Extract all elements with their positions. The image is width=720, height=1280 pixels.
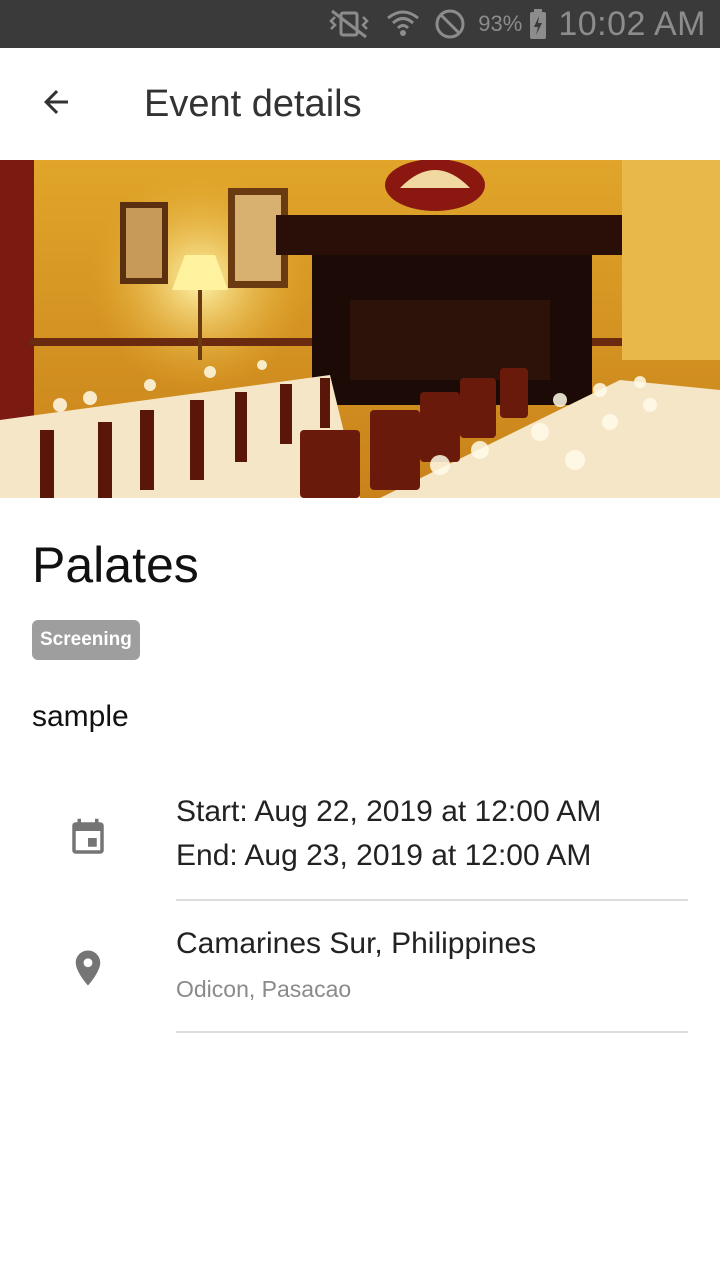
status-time: 10:02 AM — [558, 4, 706, 43]
location-primary: Camarines Sur, Philippines — [176, 927, 537, 960]
location-secondary: Odicon, Pasacao — [176, 976, 352, 1002]
battery-charging-icon — [528, 8, 548, 40]
event-tag: Screening — [32, 620, 140, 660]
vibrate-icon — [326, 9, 372, 39]
status-bar: 93% 10:02 AM — [0, 0, 720, 48]
event-title: Palates — [32, 537, 199, 593]
do-not-disturb-icon — [434, 8, 466, 40]
schedule-text: Start: Aug 22, 2019 at 12:00 AM End: Aug… — [176, 790, 688, 878]
app-bar: Event details — [0, 48, 720, 160]
battery-percent: 93% — [478, 11, 523, 36]
divider — [176, 899, 688, 901]
location-row[interactable]: Camarines Sur, Philippines Odicon, Pasac… — [0, 922, 720, 1032]
back-button[interactable] — [0, 48, 112, 160]
schedule-row: Start: Aug 22, 2019 at 12:00 AM End: Aug… — [0, 790, 720, 900]
page-title: Event details — [144, 82, 362, 125]
calendar-icon — [64, 814, 112, 862]
divider — [176, 1031, 688, 1033]
start-date: Start: Aug 22, 2019 at 12:00 AM — [176, 795, 602, 828]
location-pin-icon — [64, 944, 112, 992]
wifi-icon — [386, 8, 420, 40]
location-text: Camarines Sur, Philippines Odicon, Pasac… — [176, 922, 688, 1006]
end-date: End: Aug 23, 2019 at 12:00 AM — [176, 839, 592, 872]
arrow-back-icon — [38, 84, 74, 125]
event-image — [0, 160, 720, 498]
event-description: sample — [32, 700, 129, 733]
